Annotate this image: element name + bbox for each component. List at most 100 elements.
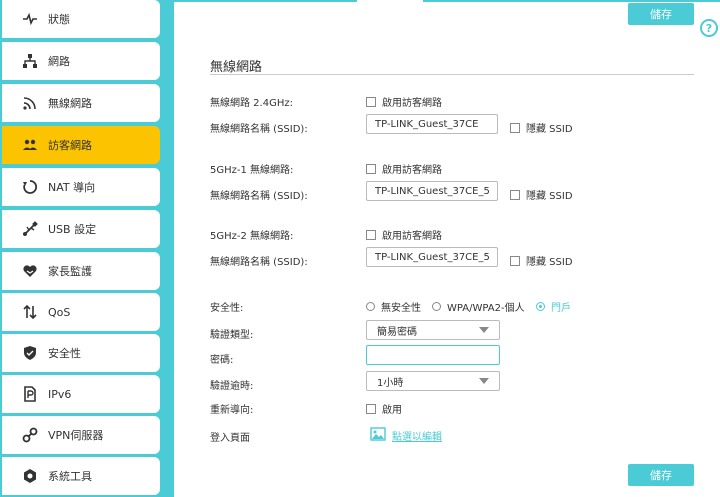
sidebar-item-label: 狀態 bbox=[48, 13, 70, 26]
auth-timeout-select[interactable]: 1小時 bbox=[366, 371, 500, 391]
band5g1-ssid-input[interactable] bbox=[366, 181, 498, 201]
chevron-down-icon bbox=[479, 378, 489, 384]
sidebar-item-wireless[interactable]: 無線網路 bbox=[2, 84, 160, 122]
security-option-portal[interactable]: 門戶 bbox=[536, 299, 571, 314]
redirect-enable-checkbox[interactable] bbox=[366, 403, 376, 414]
save-button-top[interactable]: 儲存 bbox=[628, 3, 694, 25]
section-divider bbox=[210, 74, 694, 75]
sidebar-item-vpn[interactable]: VPN伺服器 bbox=[2, 416, 160, 454]
sidebar-item-label: NAT 導向 bbox=[48, 181, 96, 194]
band5g2-enable-guest[interactable]: 啟用訪客網路 bbox=[366, 227, 442, 242]
password-label: 密碼: bbox=[210, 355, 234, 366]
band5g1-hide-ssid[interactable]: 隱藏 SSID bbox=[510, 187, 573, 202]
auth-type-label: 驗證類型: bbox=[210, 330, 254, 341]
auth-type-select[interactable]: 簡易密碼 bbox=[366, 320, 500, 340]
sidebar-item-usb[interactable]: USB 設定 bbox=[2, 210, 160, 248]
parental-control-icon bbox=[22, 263, 38, 279]
image-icon bbox=[370, 426, 386, 445]
security-radio-none[interactable] bbox=[366, 302, 375, 311]
sidebar-item-label: 無線網路 bbox=[48, 97, 92, 110]
band5g2-hide-label: 隱藏 SSID bbox=[526, 257, 573, 268]
band5g1-label: 5GHz-1 無線網路: bbox=[210, 165, 294, 176]
band24-hide-label: 隱藏 SSID bbox=[526, 124, 573, 135]
band24-label: 無線網路 2.4GHz: bbox=[210, 98, 293, 109]
sidebar-item-label: 訪客網路 bbox=[48, 139, 92, 152]
redirect-enable-label: 啟用 bbox=[382, 405, 402, 416]
sidebar-item-ipv6[interactable]: IPv6 bbox=[2, 375, 160, 413]
top-border bbox=[174, 0, 720, 2]
sidebar-item-label: VPN伺服器 bbox=[48, 429, 104, 442]
sidebar-item-label: 系統工具 bbox=[48, 470, 92, 483]
security-option-label: WPA/WPA2-個人 bbox=[447, 303, 525, 314]
band5g1-enable-label: 啟用訪客網路 bbox=[382, 165, 442, 176]
sidebar-item-label: 網路 bbox=[48, 55, 70, 68]
security-label: 安全性: bbox=[210, 303, 244, 314]
band24-ssid-label: 無線網路名稱 (SSID): bbox=[210, 124, 308, 135]
help-icon[interactable]: ? bbox=[700, 19, 718, 37]
security-radio-wpa[interactable] bbox=[432, 302, 441, 311]
security-option-wpa[interactable]: WPA/WPA2-個人 bbox=[432, 299, 525, 314]
sidebar-item-label: USB 設定 bbox=[48, 223, 97, 236]
band24-hide-ssid[interactable]: 隱藏 SSID bbox=[510, 120, 573, 135]
sidebar-item-guest-network[interactable]: 訪客網路 bbox=[2, 126, 160, 164]
gear-icon bbox=[22, 468, 38, 484]
sidebar-item-nat[interactable]: NAT 導向 bbox=[2, 168, 160, 206]
sidebar-item-system-tools[interactable]: 系統工具 bbox=[2, 457, 160, 495]
security-option-none[interactable]: 無安全性 bbox=[366, 299, 421, 314]
sidebar: 狀態 網路 無線網路 訪客網路 NAT 導向 USB 設定 家長監護 QoS 安… bbox=[0, 0, 168, 497]
sidebar-item-label: 家長監護 bbox=[48, 265, 92, 278]
top-border-notch bbox=[357, 0, 423, 2]
band5g1-hide-label: 隱藏 SSID bbox=[526, 191, 573, 202]
band24-hide-checkbox[interactable] bbox=[510, 122, 520, 133]
sidebar-item-qos[interactable]: QoS bbox=[2, 293, 160, 331]
login-page-label: 登入頁面 bbox=[210, 433, 250, 444]
band5g2-ssid-label: 無線網路名稱 (SSID): bbox=[210, 257, 308, 268]
password-input[interactable] bbox=[366, 345, 500, 365]
band5g2-ssid-input[interactable] bbox=[366, 247, 498, 267]
band5g2-label: 5GHz-2 無線網路: bbox=[210, 231, 294, 242]
nat-icon bbox=[22, 179, 38, 195]
login-page-edit-link[interactable]: 點選以編輯 bbox=[392, 428, 442, 443]
band5g1-enable-guest[interactable]: 啟用訪客網路 bbox=[366, 161, 442, 176]
band5g2-enable-checkbox[interactable] bbox=[366, 229, 376, 240]
save-button-bottom[interactable]: 儲存 bbox=[628, 464, 694, 486]
band24-enable-label: 啟用訪客網路 bbox=[382, 98, 442, 109]
band5g2-hide-checkbox[interactable] bbox=[510, 255, 520, 266]
main-panel: 儲存 ? 無線網路 無線網路 2.4GHz: 啟用訪客網路 無線網路名稱 (SS… bbox=[174, 0, 720, 497]
sidebar-item-parental-control[interactable]: 家長監護 bbox=[2, 252, 160, 290]
band24-enable-checkbox[interactable] bbox=[366, 96, 376, 107]
security-option-label: 門戶 bbox=[551, 303, 571, 314]
qos-icon bbox=[22, 304, 38, 320]
vpn-icon bbox=[22, 427, 38, 443]
auth-timeout-label: 驗證逾時: bbox=[210, 381, 254, 392]
band5g1-hide-checkbox[interactable] bbox=[510, 189, 520, 200]
sidebar-item-label: QoS bbox=[48, 305, 71, 319]
band24-enable-guest[interactable]: 啟用訪客網路 bbox=[366, 94, 442, 109]
usb-icon bbox=[22, 221, 38, 237]
login-page-edit[interactable]: 點選以編輯 bbox=[370, 426, 442, 445]
redirect-enable[interactable]: 啟用 bbox=[366, 401, 402, 416]
guest-network-icon bbox=[22, 137, 38, 153]
shield-icon bbox=[22, 345, 38, 361]
section-title: 無線網路 bbox=[210, 60, 263, 75]
sidebar-item-status[interactable]: 狀態 bbox=[2, 0, 160, 38]
security-option-label: 無安全性 bbox=[381, 303, 421, 314]
security-radio-portal[interactable] bbox=[536, 302, 545, 311]
sidebar-item-network[interactable]: 網路 bbox=[2, 42, 160, 80]
auth-type-value: 簡易密碼 bbox=[377, 326, 417, 338]
redirect-label: 重新導向: bbox=[210, 405, 254, 416]
chevron-down-icon bbox=[479, 327, 489, 333]
wireless-icon bbox=[22, 95, 38, 111]
sidebar-item-label: IPv6 bbox=[48, 387, 72, 401]
sidebar-item-security[interactable]: 安全性 bbox=[2, 334, 160, 372]
band24-ssid-input[interactable] bbox=[366, 114, 498, 134]
sidebar-item-label: 安全性 bbox=[48, 347, 81, 360]
band5g2-hide-ssid[interactable]: 隱藏 SSID bbox=[510, 253, 573, 268]
ipv6-icon bbox=[22, 386, 38, 402]
network-icon bbox=[22, 53, 38, 69]
band5g2-enable-label: 啟用訪客網路 bbox=[382, 231, 442, 242]
auth-timeout-value: 1小時 bbox=[377, 377, 404, 389]
status-pulse-icon bbox=[22, 11, 38, 27]
band5g1-enable-checkbox[interactable] bbox=[366, 163, 376, 174]
band5g1-ssid-label: 無線網路名稱 (SSID): bbox=[210, 191, 308, 202]
